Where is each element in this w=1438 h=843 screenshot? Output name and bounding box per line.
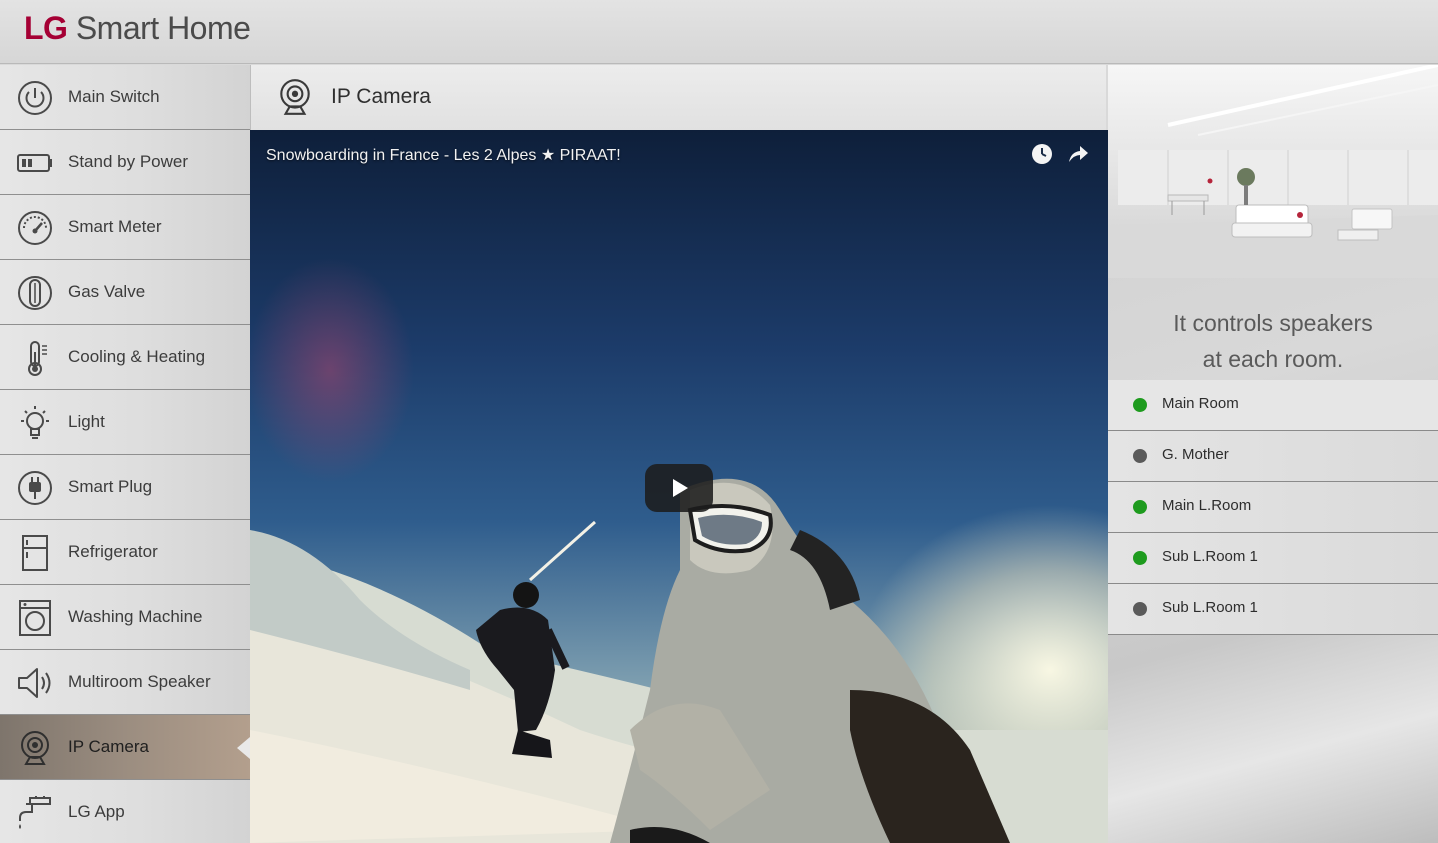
video-player[interactable]: Snowboarding in France - Les 2 Alpes ★ P…: [250, 130, 1108, 843]
room-label: Main Room: [1162, 395, 1239, 412]
video-title[interactable]: Snowboarding in France - Les 2 Alpes ★ P…: [266, 145, 621, 165]
sidebar-item-smart-plug[interactable]: Smart Plug: [0, 455, 250, 520]
room-item-main-room[interactable]: Main Room: [1108, 380, 1438, 431]
sidebar-item-label: Smart Plug: [68, 477, 153, 496]
room-item-sub-l-room-1-b[interactable]: Sub L.Room 1: [1108, 584, 1438, 635]
app-logo: LG Smart Home: [24, 10, 251, 47]
sidebar-item-washing-machine[interactable]: Washing Machine: [0, 585, 250, 650]
camera-icon: [275, 77, 315, 117]
speaker-panel: It controls speakers at each room. Main …: [1108, 65, 1438, 843]
sidebar-item-label: Refrigerator: [68, 542, 158, 561]
active-indicator: [237, 737, 250, 759]
room-image: [1108, 65, 1438, 278]
bulb-icon: [16, 404, 54, 442]
plug-icon: [16, 469, 54, 507]
content-header: IP Camera: [250, 65, 1106, 130]
play-button[interactable]: [645, 464, 713, 512]
status-on-indicator: [1133, 500, 1147, 514]
sidebar-item-label: Stand by Power: [68, 152, 189, 171]
sidebar-item-ip-camera[interactable]: IP Camera: [0, 715, 250, 780]
caption-line-2: at each room.: [1202, 346, 1344, 372]
speaker-icon: [16, 664, 54, 702]
status-off-indicator: [1133, 602, 1147, 616]
sidebar-item-label: Multiroom Speaker: [68, 672, 211, 691]
brand-name: Smart Home: [75, 10, 251, 46]
speaker-caption: It controls speakers at each room.: [1108, 305, 1438, 377]
share-icon[interactable]: [1066, 142, 1090, 166]
sidebar-item-label: IP Camera: [68, 737, 149, 756]
sidebar-item-label: Light: [68, 412, 105, 431]
gauge-icon: [16, 209, 54, 247]
faucet-icon: [16, 794, 54, 832]
sidebar-item-label: Smart Meter: [68, 217, 162, 236]
sidebar-item-label: LG App: [68, 802, 125, 821]
sidebar-item-gas-valve[interactable]: Gas Valve: [0, 260, 250, 325]
top-header: LG Smart Home: [0, 0, 1438, 64]
status-on-indicator: [1133, 551, 1147, 565]
brand-prefix: LG: [24, 10, 68, 46]
sidebar-item-label: Washing Machine: [68, 607, 203, 626]
room-label: Main L.Room: [1162, 497, 1252, 514]
room-label: Sub L.Room 1: [1162, 599, 1258, 616]
sidebar-item-light[interactable]: Light: [0, 390, 250, 455]
sidebar-item-main-switch[interactable]: Main Switch: [0, 65, 250, 130]
sidebar-item-stand-by-power[interactable]: Stand by Power: [0, 130, 250, 195]
sidebar-item-lg-app[interactable]: LG App: [0, 780, 250, 843]
room-item-sub-l-room-1[interactable]: Sub L.Room 1: [1108, 533, 1438, 584]
page-title: IP Camera: [331, 85, 431, 108]
sidebar-item-label: Main Switch: [68, 87, 160, 106]
sidebar-item-label: Gas Valve: [68, 282, 146, 301]
room-label: Sub L.Room 1: [1162, 548, 1258, 565]
sidebar-item-refrigerator[interactable]: Refrigerator: [0, 520, 250, 585]
clock-icon[interactable]: [1030, 142, 1054, 166]
gas-valve-icon: [16, 274, 54, 312]
sidebar-item-smart-meter[interactable]: Smart Meter: [0, 195, 250, 260]
thermometer-icon: [16, 339, 54, 377]
sidebar-item-label: Cooling & Heating: [68, 347, 206, 366]
battery-icon: [16, 144, 54, 182]
sidebar: Main Switch Stand by Power Smart Meter G…: [0, 65, 250, 843]
washing-machine-icon: [16, 599, 54, 637]
status-off-indicator: [1133, 449, 1147, 463]
sidebar-item-cooling-heating[interactable]: Cooling & Heating: [0, 325, 250, 390]
caption-line-1: It controls speakers: [1173, 310, 1373, 336]
room-item-main-l-room[interactable]: Main L.Room: [1108, 482, 1438, 533]
sidebar-item-multiroom-speaker[interactable]: Multiroom Speaker: [0, 650, 250, 715]
power-icon: [16, 79, 54, 117]
room-list: Main Room G. Mother Main L.Room Sub L.Ro…: [1108, 380, 1438, 635]
refrigerator-icon: [16, 534, 54, 572]
status-on-indicator: [1133, 398, 1147, 412]
room-label: G. Mother: [1162, 446, 1229, 463]
room-item-g-mother[interactable]: G. Mother: [1108, 431, 1438, 482]
camera-icon: [16, 729, 54, 767]
